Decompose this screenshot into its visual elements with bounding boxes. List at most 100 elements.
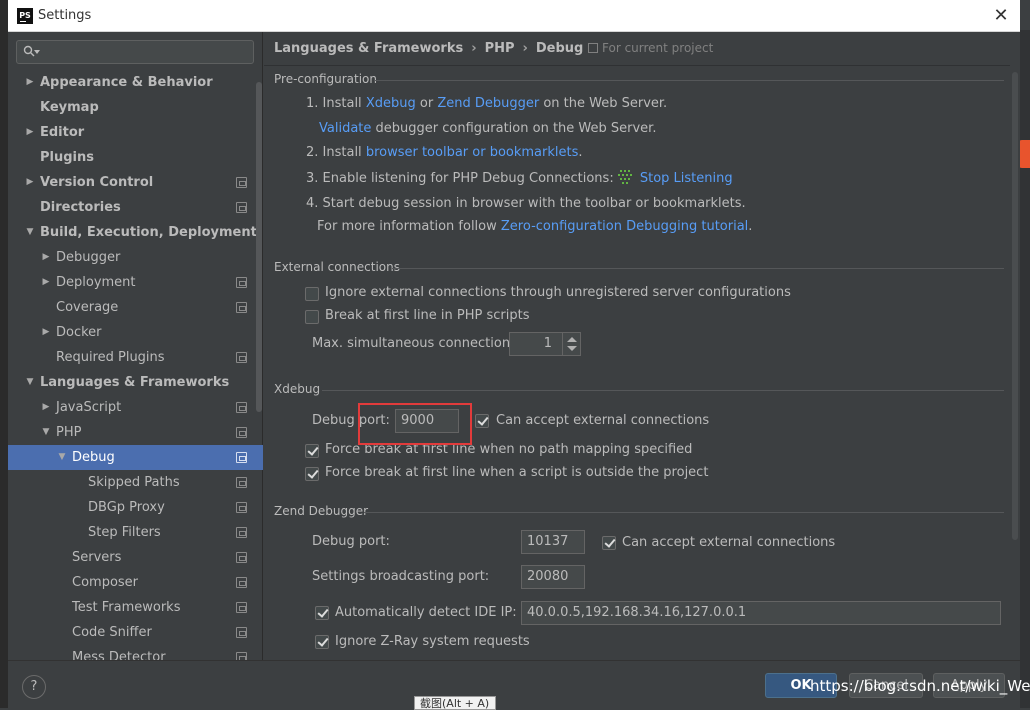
project-level-icon	[236, 652, 247, 660]
expand-arrow-icon[interactable]: ▶	[40, 245, 52, 270]
close-icon[interactable]: ✕	[990, 5, 1012, 27]
sidebar-item[interactable]: Code Sniffer	[8, 620, 263, 645]
section-title-external: External connections	[274, 260, 1004, 274]
spinner-up-icon[interactable]	[567, 337, 577, 342]
expand-arrow-icon[interactable]: ▶	[24, 120, 36, 145]
sidebar-item-label: Composer	[72, 575, 139, 590]
or-text: or	[419, 96, 434, 111]
settings-search-input[interactable]	[16, 40, 254, 64]
sidebar-scrollbar[interactable]	[256, 82, 262, 412]
zend-debugger-link[interactable]: Zend Debugger	[437, 96, 539, 111]
project-level-icon	[236, 527, 247, 538]
max-connections-value: 1	[543, 336, 552, 351]
step1-text: 1. Install	[306, 96, 362, 111]
sidebar-item[interactable]: Test Frameworks	[8, 595, 263, 620]
ignore-external-checkbox[interactable]	[305, 287, 319, 301]
tutorial-dot: .	[748, 219, 753, 234]
expand-arrow-icon[interactable]: ▶	[40, 270, 52, 295]
zend-accept-external-label: Can accept external connections	[622, 535, 836, 550]
project-level-icon	[236, 302, 247, 313]
zend-port-input[interactable]: 10137	[521, 530, 585, 554]
sidebar-item[interactable]: ▼ Build, Execution, Deployment	[8, 220, 263, 245]
highlight-annotation-box	[358, 403, 472, 445]
section-title-zend: Zend Debugger	[274, 504, 1005, 518]
sidebar-item[interactable]: ▼ Debug	[8, 445, 263, 470]
sidebar-item[interactable]: DBGp Proxy	[8, 495, 263, 520]
sidebar-item[interactable]: Servers	[8, 545, 263, 570]
sidebar-item-label: Debugger	[56, 250, 121, 265]
collapse-arrow-icon[interactable]: ▼	[24, 370, 36, 395]
sidebar-item-label: Docker	[56, 325, 102, 340]
sidebar-item-label: Coverage	[56, 300, 119, 315]
sidebar-item[interactable]: ▶ Appearance & Behavior	[8, 70, 263, 95]
ignore-zray-checkbox[interactable]	[315, 635, 329, 649]
sidebar-item-label: Test Frameworks	[72, 600, 181, 615]
sidebar-item-label: Build, Execution, Deployment	[40, 225, 257, 240]
ide-ip-input[interactable]: 40.0.0.5,192.168.34.16,127.0.0.1	[521, 601, 1001, 625]
expand-arrow-icon[interactable]: ▶	[40, 320, 52, 345]
browser-toolbar-link[interactable]: browser toolbar or bookmarklets	[366, 145, 579, 160]
sidebar-item[interactable]: Required Plugins	[8, 345, 263, 370]
sidebar-item-label: PHP	[56, 425, 82, 440]
broadcast-port-input[interactable]: 20080	[521, 565, 585, 589]
search-dropdown-icon	[34, 50, 40, 54]
expand-arrow-icon[interactable]: ▶	[24, 170, 36, 195]
force-break-outside-project-checkbox[interactable]	[305, 467, 319, 481]
help-button[interactable]: ?	[22, 675, 46, 699]
section-title-preconfig: Pre-configuration	[274, 72, 1005, 86]
validate-link[interactable]: Validate	[319, 121, 371, 136]
spinner-arrows[interactable]	[562, 333, 580, 355]
validate-line: Validate debugger configuration on the W…	[319, 121, 656, 136]
xdebug-accept-external-label: Can accept external connections	[496, 413, 710, 428]
auto-detect-ip-checkbox[interactable]	[315, 606, 329, 620]
sidebar-item[interactable]: ▶ Version Control	[8, 170, 263, 195]
sidebar-item[interactable]: Directories	[8, 195, 263, 220]
max-connections-label: Max. simultaneous connections:	[312, 336, 522, 351]
xdebug-link[interactable]: Xdebug	[366, 96, 416, 111]
on-server-text: on the Web Server.	[543, 96, 668, 111]
sidebar-item[interactable]: Composer	[8, 570, 263, 595]
sidebar-item[interactable]: Skipped Paths	[8, 470, 263, 495]
sidebar-item[interactable]: ▶ Deployment	[8, 270, 263, 295]
sidebar-item[interactable]: ▶ Docker	[8, 320, 263, 345]
project-level-icon	[236, 352, 247, 363]
project-level-icon	[236, 427, 247, 438]
xdebug-accept-external-checkbox[interactable]	[475, 414, 489, 428]
max-connections-spinner[interactable]: 1	[509, 332, 581, 356]
sidebar-item[interactable]: Keymap	[8, 95, 263, 120]
step2-text: 2. Install	[306, 145, 362, 160]
sidebar-item[interactable]: Coverage	[8, 295, 263, 320]
sidebar-item[interactable]: ▶ JavaScript	[8, 395, 263, 420]
header-divider	[264, 65, 1010, 66]
step3-line: 3. Enable listening for PHP Debug Connec…	[306, 170, 733, 186]
sidebar-item[interactable]: Plugins	[8, 145, 263, 170]
more-info-line: For more information follow Zero-configu…	[317, 219, 752, 234]
collapse-arrow-icon[interactable]: ▼	[40, 420, 52, 445]
step1-line: 1. Install Xdebug or Zend Debugger on th…	[306, 96, 667, 111]
spinner-down-icon[interactable]	[567, 346, 577, 351]
settings-sidebar: ▶ Appearance & Behavior Keymap ▶ Editor Plugi…	[8, 32, 263, 660]
sidebar-item-label: Mess Detector	[72, 650, 166, 660]
collapse-arrow-icon[interactable]: ▼	[56, 445, 68, 470]
expand-arrow-icon[interactable]: ▶	[40, 395, 52, 420]
step2-line: 2. Install browser toolbar or bookmarkle…	[306, 145, 583, 160]
break-first-line-checkbox[interactable]	[305, 310, 319, 324]
sidebar-item[interactable]: ▶ Debugger	[8, 245, 263, 270]
broadcast-port-label: Settings broadcasting port:	[312, 569, 490, 584]
sidebar-item[interactable]: ▶ Editor	[8, 120, 263, 145]
breadcrumb-item: Languages & Frameworks	[274, 41, 464, 56]
expand-arrow-icon[interactable]: ▶	[24, 70, 36, 95]
sidebar-item[interactable]: ▼ Languages & Frameworks	[8, 370, 263, 395]
collapse-arrow-icon[interactable]: ▼	[24, 220, 36, 245]
sidebar-item[interactable]: Step Filters	[8, 520, 263, 545]
stop-listening-link[interactable]: Stop Listening	[640, 171, 733, 186]
settings-tree: ▶ Appearance & Behavior Keymap ▶ Editor Plugi…	[8, 70, 263, 660]
sidebar-item[interactable]: ▼ PHP	[8, 420, 263, 445]
force-break-no-mapping-checkbox[interactable]	[305, 444, 319, 458]
tutorial-link[interactable]: Zero-configuration Debugging tutorial	[501, 219, 748, 234]
sidebar-item[interactable]: Mess Detector	[8, 645, 263, 660]
sidebar-item-label: Deployment	[56, 275, 136, 290]
project-level-icon	[236, 552, 247, 563]
content-scrollbar[interactable]	[1012, 72, 1018, 540]
zend-accept-external-checkbox[interactable]	[602, 536, 616, 550]
